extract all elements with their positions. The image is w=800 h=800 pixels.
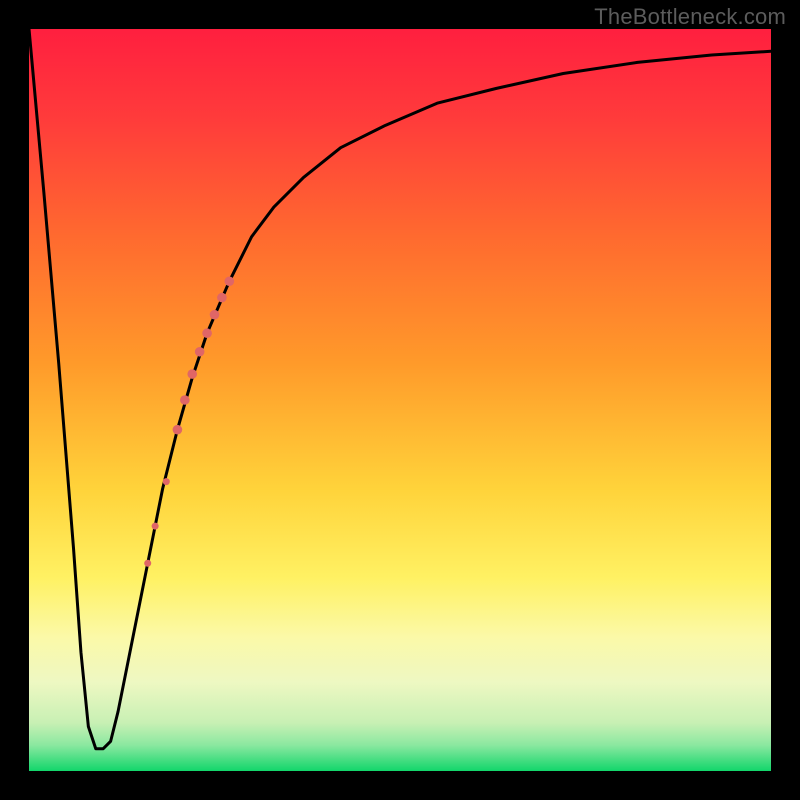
marker-dot [144,560,151,567]
marker-dot [210,310,220,320]
marker-dot [195,347,205,357]
marker-dot [225,276,235,286]
marker-dot [217,293,227,303]
bottleneck-curve [29,29,771,749]
curve-layer [29,29,771,771]
marker-dot [202,328,212,338]
marker-dot [173,425,183,435]
marker-dot [180,395,190,405]
marker-dot [152,523,159,530]
chart-frame: TheBottleneck.com [0,0,800,800]
highlighted-points [144,276,234,566]
marker-dot [163,478,170,485]
plot-area [29,29,771,771]
marker-dot [187,369,197,379]
watermark-text: TheBottleneck.com [594,4,786,30]
